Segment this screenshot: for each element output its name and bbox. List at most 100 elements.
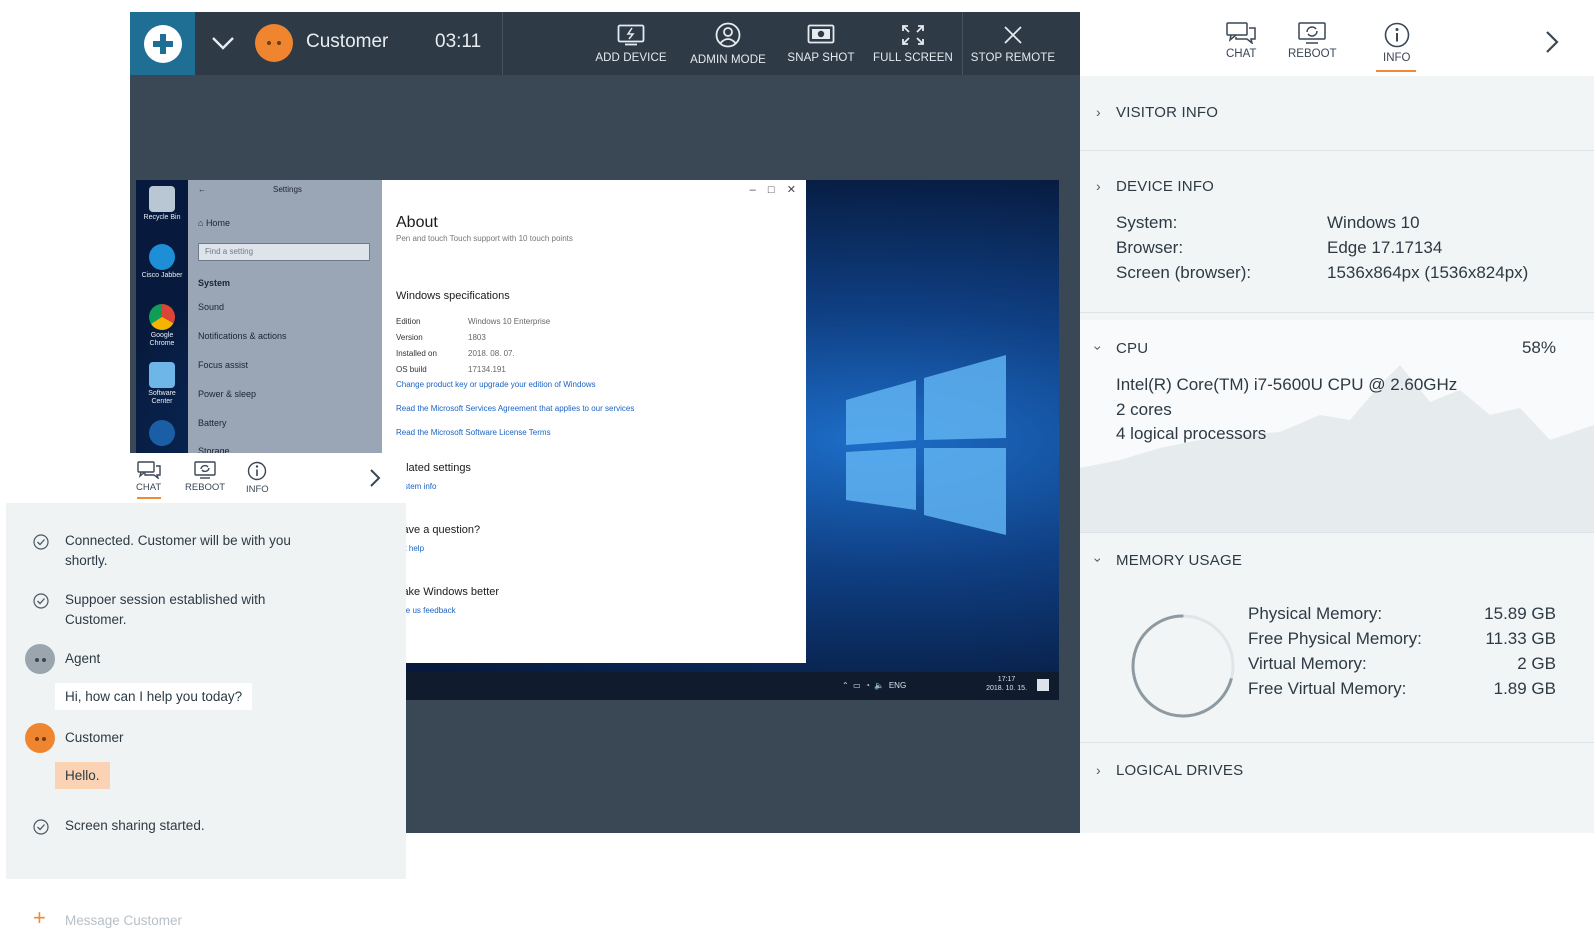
new-session-button[interactable] bbox=[130, 12, 195, 75]
customer-avatar bbox=[255, 24, 293, 62]
tray-date: 2018. 10. 15. bbox=[986, 685, 1027, 692]
device-info-header[interactable]: › DEVICE INFO bbox=[1096, 178, 1215, 195]
system-message-text: Connected. Customer will be with you sho… bbox=[65, 533, 291, 568]
tab-info[interactable]: INFO bbox=[246, 461, 269, 495]
windows-taskbar: ⌃ ▭ ◔ 🔈 ENG 17:17 2018. 10. 15. bbox=[382, 672, 1059, 700]
settings-item-power[interactable]: Power & sleep bbox=[198, 389, 256, 399]
settings-item-battery[interactable]: Battery bbox=[198, 418, 227, 428]
settings-search-input[interactable]: Find a setting bbox=[198, 243, 370, 261]
cpu-percent: 58% bbox=[1521, 338, 1556, 357]
desktop-icon-label: Google Chrome bbox=[149, 332, 175, 347]
message-input[interactable]: Message Customer bbox=[65, 913, 182, 928]
spec-value: Windows 10 Enterprise bbox=[468, 317, 551, 326]
desktop-icon-cisco-jabber[interactable]: Cisco Jabber bbox=[141, 244, 183, 280]
snapshot-label: SNAP SHOT bbox=[787, 51, 855, 64]
chevron-down-icon[interactable] bbox=[208, 28, 238, 58]
settings-item-focus[interactable]: Focus assist bbox=[198, 360, 248, 370]
desktop-icon-jn[interactable] bbox=[141, 420, 183, 448]
device-info-title: DEVICE INFO bbox=[1116, 178, 1215, 195]
settings-item-sound[interactable]: Sound bbox=[198, 302, 224, 312]
spec-value: 2018. 08. 07. bbox=[468, 349, 515, 358]
chevron-right-icon[interactable] bbox=[1544, 30, 1560, 54]
tab-chat[interactable]: CHAT bbox=[1226, 22, 1256, 60]
notification-icon[interactable] bbox=[1037, 679, 1049, 691]
stop-remote-label: STOP REMOTE bbox=[970, 51, 1056, 64]
services-agreement-link[interactable]: Read the Microsoft Services Agreement th… bbox=[396, 404, 634, 413]
product-key-link[interactable]: Change product key or upgrade your editi… bbox=[396, 380, 596, 389]
chevron-right-icon[interactable] bbox=[368, 468, 382, 488]
home-icon: ⌂ bbox=[198, 218, 206, 228]
toolbar-divider bbox=[502, 12, 503, 75]
cpu-header[interactable]: › CPU bbox=[1090, 340, 1148, 357]
plus-icon bbox=[143, 24, 182, 63]
desktop-icon-chrome[interactable]: Google Chrome bbox=[141, 304, 183, 348]
chat-panel: CHAT REBOOT INFO Connected. Customer wil… bbox=[6, 453, 406, 946]
cpu-cores: 2 cores bbox=[1116, 400, 1172, 419]
device-info-key: Browser: bbox=[1116, 238, 1184, 257]
snapshot-button[interactable]: SNAP SHOT bbox=[778, 12, 864, 75]
tab-info-label: INFO bbox=[1383, 52, 1411, 64]
desktop-icon-recycle-bin[interactable]: Recycle Bin bbox=[141, 186, 183, 222]
agent-message-bubble: Hi, how can I help you today? bbox=[55, 683, 253, 710]
full-screen-button[interactable]: FULL SCREEN bbox=[868, 12, 958, 75]
memory-title: MEMORY USAGE bbox=[1116, 552, 1243, 569]
session-toolbar: Customer 03:11 ADD DEVICE ADMIN MODE SNA… bbox=[130, 12, 1080, 75]
system-message-text: Screen sharing started. bbox=[65, 818, 205, 833]
info-panel: CHAT REBOOT INFO › VISITOR INFO › DEVICE I… bbox=[1080, 0, 1594, 833]
check-circle-icon bbox=[33, 534, 49, 550]
session-timer: 03:11 bbox=[435, 31, 482, 52]
about-title: About bbox=[396, 214, 438, 231]
software-center-icon bbox=[149, 362, 175, 388]
active-tab-indicator bbox=[1376, 70, 1416, 72]
desktop-icon-label: Cisco Jabber bbox=[141, 272, 183, 279]
tray-icons[interactable]: ⌃ ▭ ◔ 🔈 ENG bbox=[842, 681, 906, 690]
system-message: Suppoer session established with Custome… bbox=[30, 590, 330, 630]
tab-chat[interactable]: CHAT bbox=[136, 461, 161, 499]
tab-reboot[interactable]: REBOOT bbox=[185, 461, 225, 493]
chevron-right-icon: › bbox=[1096, 762, 1101, 778]
recycle-bin-icon bbox=[149, 186, 175, 212]
camera-icon bbox=[807, 24, 835, 43]
back-arrow-icon[interactable]: ← bbox=[198, 185, 206, 194]
desktop-icon-software-center[interactable]: Software Center bbox=[141, 362, 183, 406]
tab-chat-label: CHAT bbox=[1226, 48, 1257, 60]
active-tab-indicator bbox=[136, 497, 161, 499]
fullscreen-icon bbox=[902, 24, 924, 45]
chat-composer: + Message Customer bbox=[6, 879, 406, 946]
customer-avatar bbox=[25, 723, 55, 753]
chevron-right-icon: › bbox=[1096, 178, 1101, 194]
attach-plus-icon[interactable]: + bbox=[33, 905, 46, 931]
jn-app-icon bbox=[149, 420, 175, 446]
system-message: Screen sharing started. bbox=[30, 816, 330, 836]
admin-mode-button[interactable]: ADMIN MODE bbox=[682, 12, 774, 75]
pen-touch-row: Pen and touch Touch support with 10 touc… bbox=[396, 234, 573, 243]
visitor-info-header[interactable]: › VISITOR INFO bbox=[1096, 104, 1218, 121]
add-device-button[interactable]: ADD DEVICE bbox=[585, 12, 677, 75]
window-controls[interactable]: – □ ✕ bbox=[750, 183, 796, 196]
chat-icon bbox=[1226, 22, 1256, 44]
tray-language: ENG bbox=[888, 681, 907, 690]
settings-home[interactable]: ⌂ Home bbox=[198, 218, 230, 228]
settings-title: Settings bbox=[273, 185, 302, 194]
cpu-model: Intel(R) Core(TM) i7-5600U CPU @ 2.60GHz bbox=[1116, 375, 1458, 394]
add-device-icon bbox=[617, 24, 645, 45]
chat-messages: Connected. Customer will be with you sho… bbox=[6, 503, 406, 879]
logical-drives-header[interactable]: › LOGICAL DRIVES bbox=[1096, 762, 1243, 779]
tab-info[interactable]: INFO bbox=[1383, 22, 1410, 64]
spec-key: Edition bbox=[396, 317, 421, 326]
tab-reboot[interactable]: REBOOT bbox=[1288, 22, 1337, 60]
tray-clock: 17:17 2018. 10. 15. bbox=[986, 675, 1027, 693]
tab-info-label: INFO bbox=[246, 484, 269, 495]
feedback-link[interactable]: ive us feedback bbox=[400, 606, 456, 615]
stop-remote-button[interactable]: STOP REMOTE bbox=[963, 12, 1063, 75]
spec-heading: Windows specifications bbox=[396, 290, 510, 302]
chevron-down-icon: › bbox=[1090, 345, 1107, 351]
customer-name: Customer bbox=[306, 31, 389, 52]
license-terms-link[interactable]: Read the Microsoft Software License Term… bbox=[396, 428, 551, 437]
memory-header[interactable]: › MEMORY USAGE bbox=[1090, 552, 1243, 569]
memory-key: Virtual Memory: bbox=[1248, 654, 1367, 673]
settings-item-notifications[interactable]: Notifications & actions bbox=[198, 331, 287, 341]
windows-logo bbox=[846, 355, 1006, 535]
admin-mode-icon bbox=[715, 22, 741, 47]
section-divider bbox=[1080, 532, 1594, 533]
